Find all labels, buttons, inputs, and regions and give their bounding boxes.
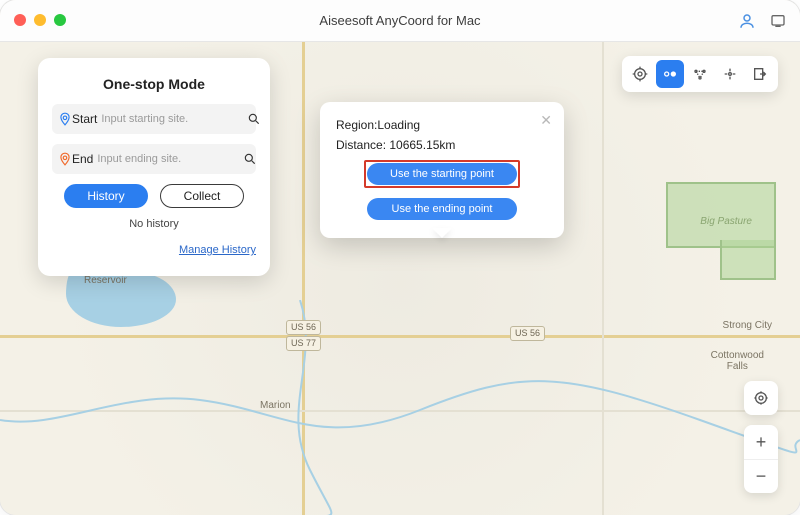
distance-line: Distance: 10665.15km [336,138,548,152]
mode-multi-stop-icon[interactable] [686,60,714,88]
start-input[interactable] [97,113,247,125]
end-label: End [72,152,93,166]
panel-heading: One-stop Mode [52,76,256,92]
map-controls: + − [744,381,778,493]
region-value: Loading [377,118,420,132]
zoom-in-button[interactable]: + [744,425,778,459]
account-icon[interactable] [738,12,756,30]
feedback-icon[interactable] [770,13,786,29]
maximize-button[interactable] [54,14,66,26]
road-shield-us77: US 77 [286,336,321,351]
end-pin-icon [58,152,72,166]
close-button[interactable] [14,14,26,26]
distance-label: Distance: [336,138,389,152]
use-starting-point-button[interactable]: Use the starting point [367,163,517,185]
road-shield-us56-2: US 56 [510,326,545,341]
start-label: Start [72,112,97,126]
highlight-box: Use the starting point [364,160,520,188]
end-field: End [52,144,256,174]
popover-close-icon[interactable]: ✕ [540,112,552,129]
use-ending-point-button[interactable]: Use the ending point [367,198,517,220]
manage-history-link[interactable]: Manage History [52,244,256,256]
no-history-text: No history [52,218,256,230]
distance-value: 10665.15km [389,138,455,152]
zoom-control: + − [744,425,778,493]
start-pin-icon [58,112,72,126]
titlebar: Aiseesoft AnyCoord for Mac [0,0,800,42]
map-label-strong-city: Strong City [723,320,772,331]
start-field: Start [52,104,256,134]
map-label-marion: Marion [260,400,291,411]
end-input[interactable] [93,153,243,165]
mode-one-stop-icon[interactable] [656,60,684,88]
mode-joystick-icon[interactable] [716,60,744,88]
region-line: Region:Loading [336,118,548,132]
recenter-button[interactable] [744,381,778,415]
collect-button[interactable]: Collect [160,184,244,208]
one-stop-panel: One-stop Mode Start End History Collect [38,58,270,276]
map-label-big-pasture: Big Pasture [700,216,752,227]
region-popover: ✕ Region:Loading Distance: 10665.15km Us… [320,102,564,238]
app-window: US 56 US 77 US 56 Marion Marion Reservoi… [0,0,800,515]
minimize-button[interactable] [34,14,46,26]
window-controls [14,14,66,26]
mode-export-icon[interactable] [746,60,774,88]
mode-locate-icon[interactable] [626,60,654,88]
map-label-cottonwood: Cottonwood Falls [711,350,764,372]
road-shield-us56: US 56 [286,320,321,335]
history-button[interactable]: History [64,184,148,208]
app-title: Aiseesoft AnyCoord for Mac [319,13,480,28]
start-search-icon[interactable] [247,112,261,126]
end-search-icon[interactable] [243,152,257,166]
region-label: Region: [336,118,377,132]
mode-toolbar [622,56,778,92]
zoom-out-button[interactable]: − [744,459,778,493]
